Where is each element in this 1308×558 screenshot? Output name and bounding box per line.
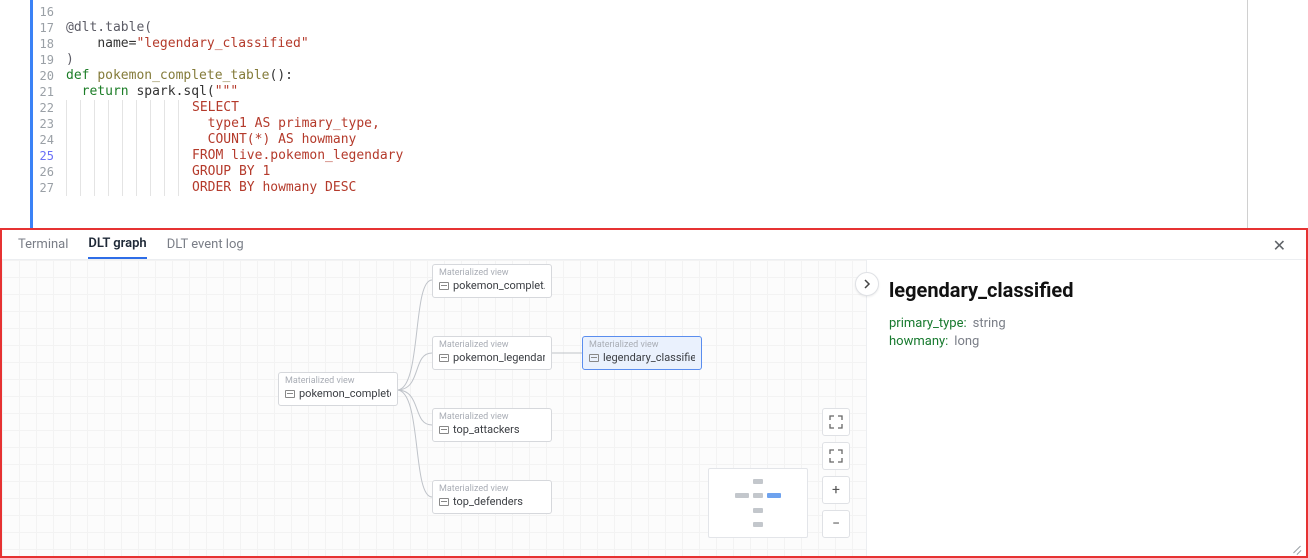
node-label: pokemon_complet...	[453, 279, 545, 292]
table-icon	[285, 390, 295, 398]
node-label: pokemon_legendary	[453, 351, 545, 364]
code-line[interactable]: 18 name="legendary_classified"	[38, 36, 1308, 52]
line-number: 16	[38, 4, 66, 20]
close-icon[interactable]: ✕	[1273, 236, 1286, 255]
minimap[interactable]	[708, 468, 808, 538]
code-line[interactable]: 25FROM live.pokemon_legendary	[38, 148, 1308, 164]
detail-title: legendary_classified	[889, 278, 1284, 302]
line-number: 22	[38, 100, 66, 116]
node-label: top_defenders	[453, 495, 523, 508]
code-line[interactable]: 20def pokemon_complete_table():	[38, 68, 1308, 84]
graph-controls: + −	[822, 408, 850, 538]
line-number: 18	[38, 36, 66, 52]
line-number: 21	[38, 84, 66, 100]
code-line[interactable]: 17@dlt.table(	[38, 20, 1308, 36]
detail-pane: legendary_classified primary_type: string…	[866, 260, 1306, 556]
line-number: 20	[38, 68, 66, 84]
node-top-defenders[interactable]: Materialized view top_defenders	[432, 480, 552, 514]
node-type-label: Materialized view	[439, 484, 545, 494]
bottom-panel: Terminal DLT graph DLT event log ✕ Mater…	[0, 228, 1308, 558]
code-lines[interactable]: 1617@dlt.table(18 name="legendary_classi…	[24, 4, 1308, 196]
node-pokemon-complete[interactable]: Materialized view pokemon_complete	[278, 372, 398, 406]
line-number: 26	[38, 164, 66, 180]
node-label: pokemon_complete	[299, 387, 391, 400]
code-line[interactable]: 27ORDER BY howmany DESC	[38, 180, 1308, 196]
tab-dlt-event-log[interactable]: DLT event log	[167, 231, 244, 258]
resize-handle-icon[interactable]	[1290, 542, 1302, 554]
schema-list: primary_type: string howmany: long	[889, 316, 1284, 349]
code-content: ORDER BY howmany DESC	[66, 180, 356, 196]
line-number: 24	[38, 132, 66, 148]
code-content: return spark.sql("""	[66, 84, 238, 100]
node-type-label: Materialized view	[285, 376, 391, 386]
line-number: 17	[38, 20, 66, 36]
code-line[interactable]: 16	[38, 4, 1308, 20]
schema-row: primary_type: string	[889, 316, 1284, 331]
code-line[interactable]: 19)	[38, 52, 1308, 68]
code-line[interactable]: 22SELECT	[38, 100, 1308, 116]
line-number: 27	[38, 180, 66, 196]
code-line[interactable]: 21 return spark.sql("""	[38, 84, 1308, 100]
table-icon	[439, 498, 449, 506]
zoom-out-button[interactable]: −	[822, 510, 850, 538]
code-content: @dlt.table(	[66, 20, 152, 36]
schema-key: howmany:	[889, 334, 948, 349]
table-icon	[439, 282, 449, 290]
schema-value: string	[973, 316, 1006, 331]
code-line[interactable]: 23 type1 AS primary_type,	[38, 116, 1308, 132]
graph-canvas[interactable]: Materialized view pokemon_complete Mater…	[2, 260, 866, 556]
code-content: GROUP BY 1	[66, 164, 270, 180]
code-content: SELECT	[66, 100, 239, 116]
node-top-attackers[interactable]: Materialized view top_attackers	[432, 408, 552, 442]
code-content: def pokemon_complete_table():	[66, 68, 293, 84]
schema-value: long	[954, 334, 979, 349]
code-editor[interactable]: 1617@dlt.table(18 name="legendary_classi…	[0, 0, 1308, 228]
tab-dlt-graph[interactable]: DLT graph	[88, 230, 146, 259]
code-content: name="legendary_classified"	[66, 36, 309, 52]
code-line[interactable]: 26GROUP BY 1	[38, 164, 1308, 180]
cell-right-border	[1247, 0, 1248, 228]
tab-terminal[interactable]: Terminal	[18, 231, 68, 258]
zoom-in-button[interactable]: +	[822, 476, 850, 504]
schema-key: primary_type:	[889, 316, 967, 331]
graph-area: Materialized view pokemon_complete Mater…	[2, 260, 1306, 556]
code-content: FROM live.pokemon_legendary	[66, 148, 403, 164]
node-type-label: Materialized view	[589, 340, 695, 350]
cell-active-bar	[30, 0, 33, 228]
node-pokemon-complet[interactable]: Materialized view pokemon_complet...	[432, 264, 552, 298]
node-pokemon-legendary[interactable]: Materialized view pokemon_legendary	[432, 336, 552, 370]
node-label: legendary_classified	[603, 351, 695, 364]
schema-row: howmany: long	[889, 334, 1284, 349]
line-number: 19	[38, 52, 66, 68]
code-content: COUNT(*) AS howmany	[66, 132, 356, 148]
code-content: type1 AS primary_type,	[66, 116, 380, 132]
table-icon	[589, 354, 599, 362]
node-type-label: Materialized view	[439, 340, 545, 350]
node-legendary-classified[interactable]: Materialized view legendary_classified	[582, 336, 702, 370]
line-number: 23	[38, 116, 66, 132]
code-content: )	[66, 52, 74, 68]
fullscreen-button[interactable]	[822, 442, 850, 470]
panel-tabs: Terminal DLT graph DLT event log ✕	[2, 230, 1306, 260]
node-type-label: Materialized view	[439, 412, 545, 422]
node-type-label: Materialized view	[439, 268, 545, 278]
table-icon	[439, 426, 449, 434]
code-line[interactable]: 24 COUNT(*) AS howmany	[38, 132, 1308, 148]
node-label: top_attackers	[453, 423, 520, 436]
table-icon	[439, 354, 449, 362]
line-number: 25	[38, 148, 66, 164]
fit-view-button[interactable]	[822, 408, 850, 436]
collapse-detail-button[interactable]	[855, 272, 879, 296]
